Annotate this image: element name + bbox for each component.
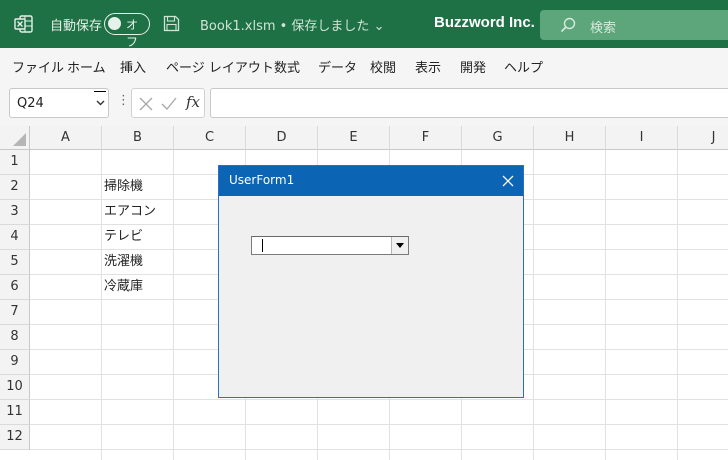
column-header-c[interactable]: C <box>174 126 246 150</box>
row-header-11[interactable]: 11 <box>0 400 30 425</box>
name-box[interactable]: Q24 <box>9 88 109 118</box>
menu-developer[interactable]: 開発 <box>460 57 486 76</box>
grid-line <box>30 449 728 450</box>
menu-bar: ファイル ホーム 挿入 ページ レイアウト 数式 データ 校閲 表示 開発 ヘル… <box>0 48 728 84</box>
autosave-toggle[interactable]: オフ <box>104 13 150 49</box>
check-icon[interactable] <box>161 97 177 111</box>
row-header-6[interactable]: 6 <box>0 275 30 300</box>
menu-formulas[interactable]: 数式 <box>274 57 300 76</box>
menu-help[interactable]: ヘルプ <box>504 57 543 76</box>
more-options-icon[interactable]: ⋮ <box>117 93 130 108</box>
column-header-g[interactable]: G <box>462 126 534 150</box>
row-header-9[interactable]: 9 <box>0 350 30 375</box>
combo-dropdown-button[interactable] <box>391 237 408 254</box>
grid-line <box>605 150 606 460</box>
cell-b4[interactable]: テレビ <box>104 225 143 250</box>
row-header-5[interactable]: 5 <box>0 250 30 275</box>
grid-line <box>533 150 534 460</box>
select-all-triangle-icon <box>13 133 26 146</box>
column-header-b[interactable]: B <box>102 126 174 150</box>
menu-home[interactable]: ホーム <box>67 57 106 76</box>
search-placeholder: 検索 <box>590 21 617 36</box>
cell-b3[interactable]: エアコン <box>104 200 156 225</box>
grid-line <box>30 399 728 400</box>
name-box-underline <box>94 91 106 92</box>
row-header-8[interactable]: 8 <box>0 325 30 350</box>
column-header-a[interactable]: A <box>30 126 102 150</box>
search-box[interactable]: 検索 <box>540 10 728 40</box>
column-header-f[interactable]: F <box>390 126 462 150</box>
toggle-knob <box>108 17 121 30</box>
autosave-state: オフ <box>126 18 139 49</box>
document-name[interactable]: Book1.xlsm • 保存しました ⌄ <box>200 15 384 34</box>
close-icon[interactable] <box>502 175 514 187</box>
menu-review[interactable]: 校閲 <box>370 57 396 76</box>
column-header-j[interactable]: J <box>678 126 728 150</box>
autosave-label: 自動保存 <box>50 19 103 34</box>
insert-function-icon[interactable]: fx <box>186 93 200 111</box>
row-header-3[interactable]: 3 <box>0 200 30 225</box>
userform-dialog: UserForm1 <box>218 165 524 398</box>
row-header-2[interactable]: 2 <box>0 175 30 200</box>
name-box-value: Q24 <box>17 96 44 111</box>
grid-line <box>30 424 728 425</box>
column-header-h[interactable]: H <box>534 126 606 150</box>
cell-b6[interactable]: 冷蔵庫 <box>104 275 143 300</box>
cancel-icon[interactable] <box>139 97 153 111</box>
cell-b5[interactable]: 洗濯機 <box>104 250 143 275</box>
userform-title-bar[interactable]: UserForm1 <box>219 166 523 196</box>
search-icon <box>560 17 576 33</box>
column-header-e[interactable]: E <box>318 126 390 150</box>
save-icon[interactable] <box>163 15 180 32</box>
menu-view[interactable]: 表示 <box>415 57 441 76</box>
chevron-down-icon[interactable] <box>96 100 105 106</box>
combo-box[interactable] <box>251 236 409 255</box>
text-caret <box>262 239 263 252</box>
grid-line <box>101 150 102 460</box>
menu-page-layout[interactable]: ページ レイアウト <box>166 57 274 76</box>
grid-line <box>677 150 678 460</box>
row-header-10[interactable]: 10 <box>0 375 30 400</box>
formula-bar: Q24 ⋮ fx <box>0 84 728 126</box>
column-header-d[interactable]: D <box>246 126 318 150</box>
formula-input[interactable] <box>210 88 728 118</box>
row-header-7[interactable]: 7 <box>0 300 30 325</box>
menu-file[interactable]: ファイル <box>12 57 64 76</box>
select-all-button[interactable] <box>0 126 30 150</box>
menu-insert[interactable]: 挿入 <box>120 57 146 76</box>
dropdown-arrow-icon <box>396 243 404 248</box>
company-name: Buzzword Inc. <box>434 14 535 31</box>
row-header-1[interactable]: 1 <box>0 150 30 175</box>
userform-title: UserForm1 <box>229 173 295 187</box>
excel-icon[interactable] <box>14 14 34 34</box>
formula-buttons: fx <box>131 88 205 118</box>
column-header-i[interactable]: I <box>606 126 678 150</box>
cell-b2[interactable]: 掃除機 <box>104 175 143 200</box>
row-header-12[interactable]: 12 <box>0 425 30 450</box>
row-header-4[interactable]: 4 <box>0 225 30 250</box>
grid-line <box>173 150 174 460</box>
menu-data[interactable]: データ <box>318 57 357 76</box>
title-bar: 自動保存 オフ Book1.xlsm • 保存しました ⌄ Buzzword I… <box>0 0 728 49</box>
